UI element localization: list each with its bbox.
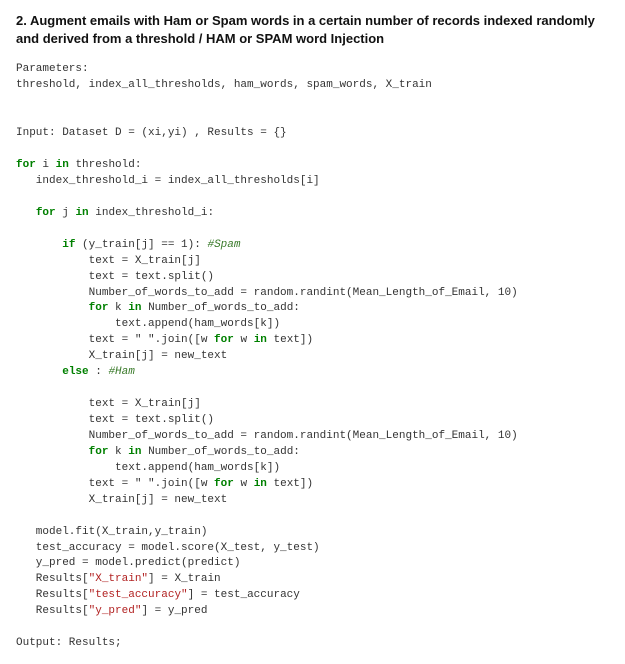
input-line: Input: Dataset D = (xi,yi) , Results = {… (16, 127, 287, 139)
code-line: text = text.split() (16, 271, 214, 283)
code-line: text.append(ham_words[k]) (16, 318, 280, 330)
string-literal: "y_pred" (89, 605, 142, 617)
keyword-if: if (62, 239, 75, 251)
code-line: text = " ".join([w (16, 478, 207, 490)
keyword-for: for (214, 478, 234, 490)
loop-var: k (115, 302, 122, 314)
algorithm-pseudocode: Parameters: threshold, index_all_thresho… (16, 62, 609, 652)
code-line: Number_of_words_to_add = random.randint(… (16, 430, 518, 442)
loop-var: j (62, 207, 69, 219)
code-line: text.append(ham_words[k]) (16, 462, 280, 474)
keyword-for: for (214, 334, 234, 346)
string-literal: "X_train" (89, 573, 148, 585)
var: w (240, 334, 247, 346)
if-cond: (y_train[j] == 1): (82, 239, 201, 251)
loop-var: i (42, 159, 49, 171)
loop-var: k (115, 446, 122, 458)
code-line: ] = y_pred (141, 605, 207, 617)
code-line: ] = test_accuracy (188, 589, 300, 601)
algorithm-title: 2. Augment emails with Ham or Spam words… (16, 12, 609, 48)
keyword-in: in (128, 446, 141, 458)
comment-ham: #Ham (108, 366, 134, 378)
keyword-else: else (62, 366, 88, 378)
code-line: Results[ (16, 605, 89, 617)
keyword-for: for (36, 207, 56, 219)
code-line: text = X_train[j] (16, 255, 201, 267)
loop-iter: index_threshold_i: (95, 207, 214, 219)
code-line: X_train[j] = new_text (16, 494, 227, 506)
loop-iter: Number_of_words_to_add: (148, 302, 300, 314)
code-line: text = X_train[j] (16, 398, 201, 410)
loop-iter: Number_of_words_to_add: (148, 446, 300, 458)
keyword-in: in (254, 478, 267, 490)
keyword-for: for (89, 302, 109, 314)
code-line: Results[ (16, 589, 89, 601)
code-line: index_threshold_i = index_all_thresholds… (16, 175, 320, 187)
code-line: text = text.split() (16, 414, 214, 426)
string-literal: "test_accuracy" (89, 589, 188, 601)
keyword-for: for (16, 159, 36, 171)
keyword-in: in (128, 302, 141, 314)
colon: : (95, 366, 102, 378)
code-line: Results[ (16, 573, 89, 585)
comment-spam: #Spam (207, 239, 240, 251)
params-label: Parameters: (16, 63, 89, 75)
code-line: y_pred = model.predict(predict) (16, 557, 240, 569)
keyword-for: for (89, 446, 109, 458)
code-line: model.fit(X_train,y_train) (16, 526, 207, 538)
code-end: text]) (274, 334, 314, 346)
keyword-in: in (75, 207, 88, 219)
loop-iter: threshold: (75, 159, 141, 171)
code-line: ] = X_train (148, 573, 221, 585)
code-line: test_accuracy = model.score(X_test, y_te… (16, 542, 320, 554)
output-line: Output: Results; (16, 637, 122, 649)
code-line: Number_of_words_to_add = random.randint(… (16, 287, 518, 299)
var: w (240, 478, 247, 490)
code-end: text]) (274, 478, 314, 490)
code-line: X_train[j] = new_text (16, 350, 227, 362)
keyword-in: in (254, 334, 267, 346)
keyword-in: in (56, 159, 69, 171)
code-line: text = " ".join([w (16, 334, 207, 346)
params-list: threshold, index_all_thresholds, ham_wor… (16, 79, 432, 91)
